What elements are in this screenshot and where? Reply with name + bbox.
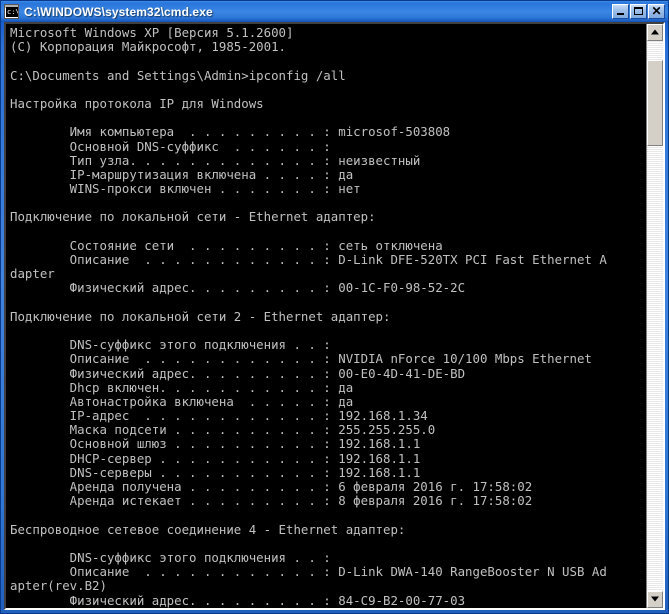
console-line: Подключение по локальной сети - Ethernet… [10,209,376,225]
scrollbar-thumb[interactable] [647,60,663,146]
console-line: WINS-прокси включен . . . . . . . : нет [10,181,361,197]
console-line: Microsoft Windows XP [Версия 5.1.2600] [10,25,294,40]
console-line: DNS-серверы . . . . . . . . . . . : 192.… [10,464,421,480]
console-line: Основной DNS-суффикс . . . . . . : [10,138,331,154]
console-line: Dhcp включен. . . . . . . . . . . : да [10,379,354,395]
maximize-button[interactable] [630,4,647,19]
console-line: Физический адрес. . . . . . . . . : 00-1… [10,280,466,296]
console-line: Имя компьютера . . . . . . . . . : micro… [10,124,451,140]
console-line: Аренда получена . . . . . . . . . : 6 фе… [10,479,533,494]
scroll-up-arrow-icon[interactable] [647,24,663,41]
console-line: (C) Корпорация Майкрософт, 1985-2001. [10,39,287,55]
console-line: dapter [10,266,55,282]
window-titlebar[interactable]: C:\WINDOWS\system32\cmd.exe ✕ [1,1,668,22]
console-line: DNS-суффикс этого подключения . . : [10,337,331,353]
cmd-window: C:\WINDOWS\system32\cmd.exe ✕ Microsoft … [0,0,669,614]
console-line: apter(rev.B2) [10,578,107,594]
console-line: Маска подсети . . . . . . . . . . : 255.… [10,422,436,438]
console-line: DHCP-сервер . . . . . . . . . . . : 192.… [10,450,421,466]
console-line: Настройка протокола IP для Windows [10,95,264,111]
console-line: IP-адрес . . . . . . . . . . . . : 192.1… [10,408,428,424]
minimize-button[interactable] [612,4,629,19]
console-line: C:\Documents and Settings\Admin>ipconfig… [10,67,346,83]
console-output[interactable]: Microsoft Windows XP [Версия 5.1.2600] (C… [6,24,646,608]
console-line: Физический адрес. . . . . . . . . : 00-E… [10,365,466,381]
console-line: Беспроводное сетевое соединение 4 - Ethe… [10,521,406,537]
console-line: Подключение по локальной сети 2 - Ethern… [10,308,391,324]
cmd-console-icon [4,4,19,19]
scrollbar-track[interactable] [647,41,663,591]
console-line: Описание . . . . . . . . . . . . : D-Lin… [10,252,607,267]
window-controls: ✕ [612,4,665,19]
console-line: Описание . . . . . . . . . . . . : D-Lin… [10,564,607,580]
console-line: Тип узла. . . . . . . . . . . . . : неиз… [10,152,421,168]
console-line: Основной шлюз . . . . . . . . . . : 192.… [10,436,421,452]
console-line: Состояние сети . . . . . . . . . : сеть … [10,237,443,253]
console-line: Автонастройка включена . . . . . : да [10,393,354,409]
console-line: DNS-суффикс этого подключения . . : [10,549,331,565]
window-title: C:\WINDOWS\system32\cmd.exe [24,4,213,19]
close-button[interactable]: ✕ [648,4,665,19]
scroll-down-arrow-icon[interactable] [647,591,663,608]
console-line: Физический адрес. . . . . . . . . : 84-C… [10,592,466,608]
console-line: Аренда истекает . . . . . . . . . : 8 фе… [10,493,533,509]
console-client-area: Microsoft Windows XP [Версия 5.1.2600] (C… [4,22,665,610]
vertical-scrollbar[interactable] [646,24,663,608]
console-line: IP-маршрутизация включена . . . . : да [10,166,354,182]
console-line: Описание . . . . . . . . . . . . : NVIDI… [10,351,592,367]
